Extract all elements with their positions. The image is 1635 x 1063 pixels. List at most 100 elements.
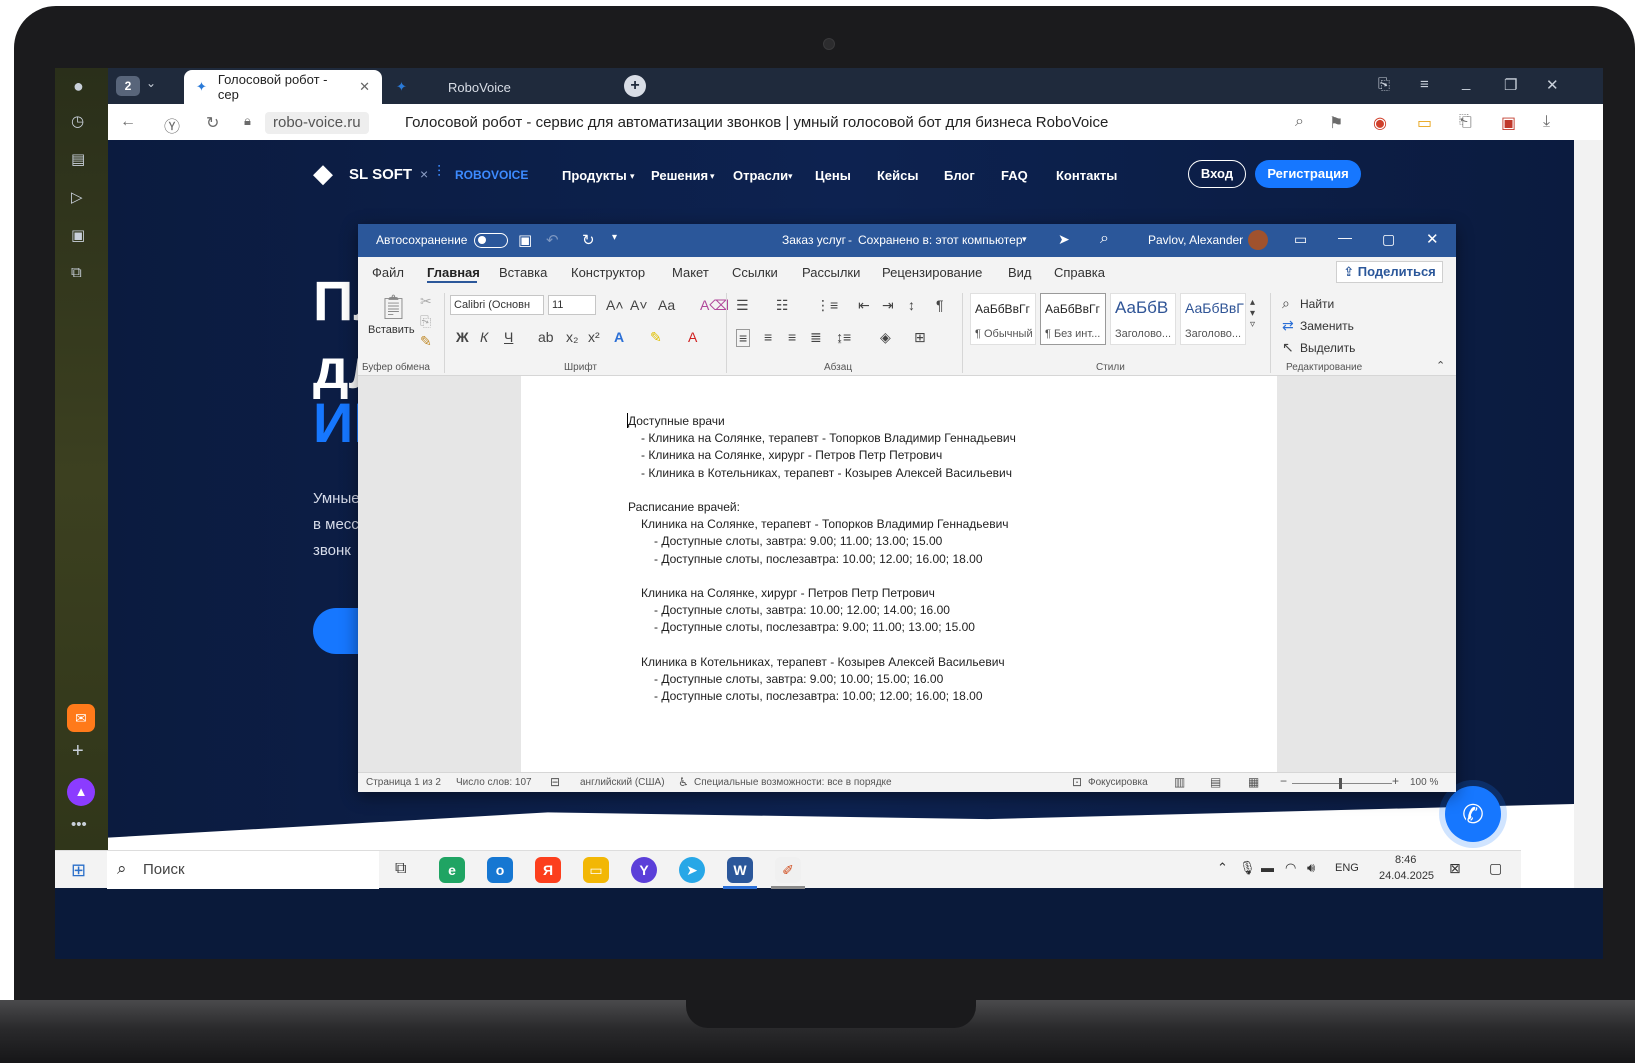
more-icon[interactable]: •••	[71, 816, 87, 833]
underline-button[interactable]: Ч	[504, 329, 513, 345]
subscript-icon[interactable]: x₂	[566, 329, 578, 345]
clipboard-icon[interactable]: ⎗	[1459, 113, 1472, 131]
document-line[interactable]: - Клиника на Солянке, терапевт - Топорко…	[641, 431, 1016, 445]
bookmark-icon[interactable]: ⚑	[1329, 113, 1343, 133]
line-spacing-icon[interactable]: ↨≡	[836, 329, 851, 345]
status-language[interactable]: английский (США)	[580, 777, 665, 788]
find-label[interactable]: Найти	[1300, 297, 1334, 311]
style-heading2[interactable]: АаБбВвГ Заголово...	[1180, 293, 1246, 345]
calendar-icon[interactable]: ▣	[71, 226, 85, 244]
sort-icon[interactable]: ↕	[908, 297, 915, 313]
zoom-in-icon[interactable]: +	[1392, 774, 1399, 788]
nav-products[interactable]: Продукты	[562, 168, 627, 183]
style-no-spacing[interactable]: АаБбВвГг ¶ Без инт...	[1040, 293, 1106, 345]
clock-date[interactable]: 24.04.2025	[1379, 870, 1434, 882]
assistant-icon[interactable]: ▲	[67, 778, 95, 806]
chevron-down-icon[interactable]: ⌄	[146, 76, 156, 90]
mail-icon[interactable]: ✉	[67, 704, 95, 732]
wifi-icon[interactable]: ◠	[1285, 860, 1296, 876]
align-center-icon[interactable]: ≡	[764, 329, 772, 345]
nav-solutions[interactable]: Решения	[651, 168, 708, 183]
tab-references[interactable]: Ссылки	[732, 265, 778, 280]
input-language[interactable]: ENG	[1335, 862, 1359, 874]
yandex-icon[interactable]: Ⓨ	[164, 113, 180, 137]
history-icon[interactable]: ◷	[71, 112, 84, 130]
numbering-icon[interactable]: ☷	[776, 297, 789, 314]
document-line[interactable]: Доступные врачи	[628, 414, 725, 428]
shading-icon[interactable]: ◈	[880, 329, 891, 346]
save-status[interactable]: Сохранено в: этот компьютер	[858, 233, 1023, 247]
document-page[interactable]: Доступные врачи - Клиника на Солянке, тер…	[521, 376, 1277, 772]
document-line[interactable]: Клиника на Солянке, хирург - Петров Петр…	[641, 586, 935, 600]
logo-secondary[interactable]: ROBOVOICE	[455, 168, 528, 182]
document-line[interactable]: - Доступные слоты, послезавтра: 10.00; 1…	[654, 552, 983, 566]
paste-label[interactable]: Вставить	[368, 324, 415, 336]
zoom-slider-thumb[interactable]	[1339, 778, 1342, 789]
clock-time[interactable]: 8:46	[1395, 854, 1416, 866]
document-line[interactable]: - Клиника на Солянке, хирург - Петров Пе…	[641, 448, 942, 462]
tab-robovoice-active[interactable]: ✦ Голосовой робот - сер ✕	[184, 70, 382, 104]
task-view-icon[interactable]: ⧉	[395, 860, 406, 878]
status-focus[interactable]: Фокусировка	[1088, 777, 1148, 788]
restore-icon[interactable]: ❐	[1504, 76, 1517, 94]
grow-font-icon[interactable]: A˄	[606, 297, 624, 313]
notifications-icon[interactable]: ⊠	[1449, 860, 1461, 877]
borders-icon[interactable]: ⊞	[914, 329, 926, 346]
tab-design[interactable]: Конструктор	[571, 265, 645, 280]
document-line[interactable]: - Клиника в Котельниках, терапевт - Козы…	[641, 466, 1012, 480]
action-center-icon[interactable]: ▢	[1489, 860, 1502, 877]
login-button[interactable]: Вход	[1188, 160, 1246, 188]
zoom-out-icon[interactable]: −	[1280, 774, 1287, 788]
microphone-icon[interactable]: 🎙︎	[1239, 860, 1256, 876]
tab-review[interactable]: Рецензирование	[882, 265, 982, 280]
close-icon[interactable]: ✕	[1426, 230, 1439, 248]
align-left-icon[interactable]: ≡	[736, 329, 751, 347]
status-zoom[interactable]: 100 %	[1410, 777, 1438, 788]
profile-icon[interactable]: ●	[73, 76, 84, 97]
select-label[interactable]: Выделить	[1300, 341, 1355, 355]
status-accessibility[interactable]: Специальные возможности: все в порядке	[694, 777, 892, 788]
document-line[interactable]: - Доступные слоты, послезавтра: 9.00; 11…	[654, 620, 975, 634]
register-button[interactable]: Регистрация	[1255, 160, 1361, 188]
document-line[interactable]: Клиника в Котельниках, терапевт - Козыре…	[641, 655, 1005, 669]
font-color-icon[interactable]: A	[688, 329, 697, 345]
format-painter-icon[interactable]: ✎	[420, 333, 432, 350]
highlight-icon[interactable]: ✎	[650, 329, 662, 346]
autosave-toggle[interactable]	[474, 233, 508, 248]
tab-layout[interactable]: Макет	[672, 265, 709, 280]
nav-contacts[interactable]: Контакты	[1056, 168, 1117, 183]
chevron-down-icon[interactable]: ▾	[1022, 234, 1027, 245]
reload-icon[interactable]: ↻	[206, 113, 219, 133]
close-icon[interactable]: ✕	[359, 79, 370, 95]
replace-icon[interactable]: ⇄	[1282, 317, 1294, 334]
nav-blog[interactable]: Блог	[944, 168, 975, 183]
proofing-icon[interactable]: ⊟	[550, 775, 560, 789]
replace-label[interactable]: Заменить	[1300, 319, 1354, 333]
back-icon[interactable]: ←	[120, 113, 136, 131]
nav-industries[interactable]: Отрасли	[733, 168, 788, 183]
focus-icon[interactable]: ⊡	[1072, 775, 1082, 789]
tab-robovoice[interactable]: ✦ RoboVoice	[384, 70, 574, 104]
tab-count-badge[interactable]: 2	[116, 76, 140, 96]
yandex-browser-icon[interactable]: Y	[631, 857, 657, 883]
undo-icon[interactable]: ↶	[546, 231, 559, 249]
ribbon-display-icon[interactable]: ▭	[1294, 231, 1307, 248]
word-icon[interactable]: W	[727, 857, 753, 883]
close-window-icon[interactable]: ✕	[1546, 76, 1559, 94]
user-name[interactable]: Pavlov, Alexander	[1148, 233, 1243, 247]
page-scrollbar[interactable]	[1574, 140, 1603, 888]
clear-format-icon[interactable]: A⌫	[700, 297, 729, 314]
copy-icon[interactable]: ⎘	[420, 313, 431, 330]
volume-icon[interactable]: 🔊︎	[1307, 860, 1315, 876]
nav-faq[interactable]: FAQ	[1001, 168, 1028, 183]
decrease-indent-icon[interactable]: ⇤	[858, 297, 870, 314]
download-icon[interactable]: ⤓	[1543, 113, 1550, 131]
increase-indent-icon[interactable]: ⇥	[882, 297, 894, 314]
search-page-icon[interactable]: ⌕	[1295, 113, 1304, 131]
tab-mailings[interactable]: Рассылки	[802, 265, 860, 280]
cursor-icon[interactable]: ➤	[1058, 231, 1070, 248]
bold-button[interactable]: Ж	[456, 329, 469, 345]
style-heading1[interactable]: АаБбВ Заголово...	[1110, 293, 1176, 345]
taskbar-search-input[interactable]: Поиск	[107, 851, 379, 889]
pdf-extension-icon[interactable]: ▣	[1501, 113, 1516, 133]
